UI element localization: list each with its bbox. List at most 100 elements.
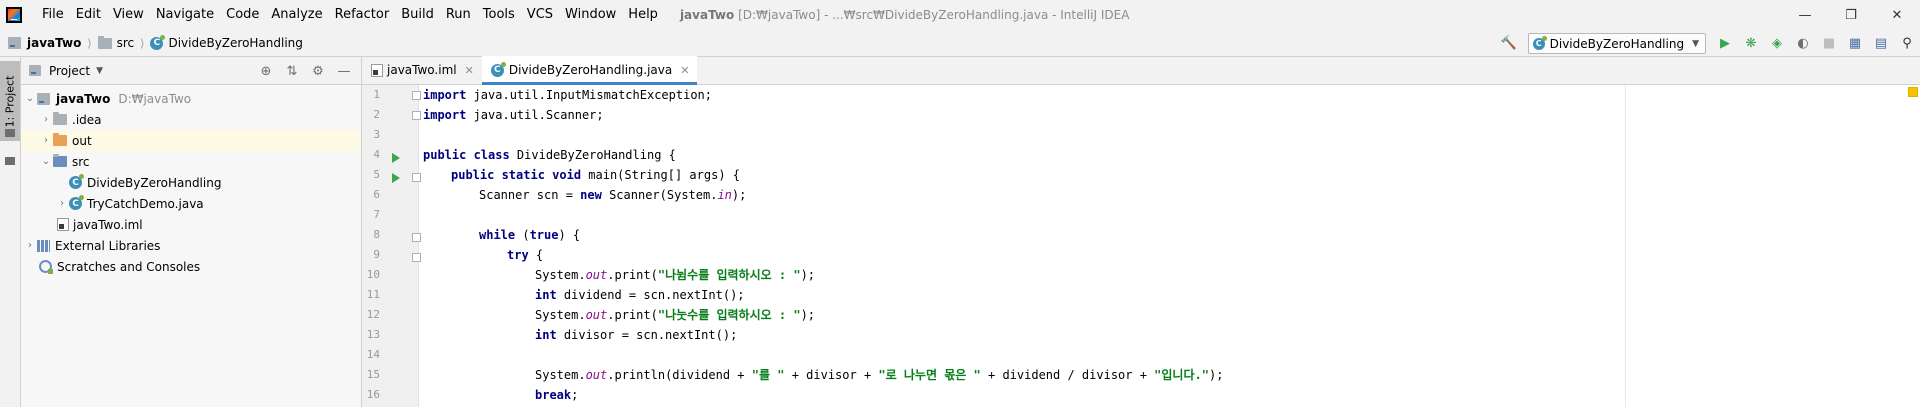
tree-item-javatwo[interactable]: ⌄ javaTwo D:₩javaTwo: [21, 88, 361, 109]
line-number: 14: [366, 348, 380, 361]
tree-item-label: DivideByZeroHandling: [87, 175, 222, 190]
sdk-manager-icon[interactable]: ▤: [1868, 32, 1894, 56]
code-text: ;: [571, 388, 579, 402]
warning-marker-icon[interactable]: [1908, 87, 1918, 97]
collapse-all-icon[interactable]: ⇅: [279, 64, 305, 79]
code-text: java.util.Scanner;: [466, 108, 604, 122]
breadcrumb-src-label: src: [116, 36, 135, 50]
folder-icon: [5, 129, 15, 137]
fold-toggle-icon[interactable]: [412, 233, 421, 242]
menu-view[interactable]: View: [107, 0, 150, 30]
code-text: ) {: [558, 228, 581, 242]
chevron-right-icon[interactable]: ›: [39, 114, 53, 125]
breadcrumb-src[interactable]: src: [97, 30, 135, 57]
restore-icon[interactable]: ❐: [1828, 0, 1874, 30]
project-panel-title[interactable]: Project: [49, 64, 90, 78]
tree-item-label: src: [72, 154, 90, 169]
code-text: DivideByZeroHandling {: [509, 148, 676, 162]
run-icon[interactable]: ▶: [1712, 32, 1738, 56]
project-tool-window-tab[interactable]: 1: Project: [0, 61, 20, 141]
hide-panel-icon[interactable]: —: [331, 64, 357, 79]
locate-target-icon[interactable]: ⊕: [253, 64, 279, 79]
chevron-right-icon[interactable]: ›: [39, 135, 53, 146]
code-text: + divisor +: [784, 368, 879, 382]
tree-item-path-hint: D:₩javaTwo: [118, 91, 192, 106]
run-class-gutter-icon[interactable]: [392, 153, 400, 163]
menu-refactor[interactable]: Refactor: [329, 0, 396, 30]
code-text: {: [528, 248, 544, 262]
right-margin-guide: [1625, 85, 1626, 407]
project-structure-icon[interactable]: ▦: [1842, 32, 1868, 56]
run-with-coverage-icon[interactable]: ◈: [1764, 32, 1790, 56]
structure-icon[interactable]: [5, 157, 15, 165]
breadcrumb-class[interactable]: C DivideByZeroHandling: [150, 30, 303, 57]
menu-run[interactable]: Run: [440, 0, 477, 30]
chevron-right-icon[interactable]: ›: [23, 240, 37, 251]
tree-item-trycatchdemo[interactable]: › C TryCatchDemo.java: [21, 193, 361, 214]
project-panel-header: Project ▼ ⊕ ⇅ ⚙ —: [21, 57, 361, 85]
editor-tab-bar: javaTwo.iml ✕ C DivideByZeroHandling.jav…: [362, 56, 1920, 85]
code-text: .print(: [607, 308, 658, 322]
chevron-down-icon[interactable]: ⌄: [39, 156, 53, 167]
line-number: 15: [366, 368, 380, 381]
library-icon: [37, 239, 50, 252]
close-tab-icon[interactable]: ✕: [680, 64, 689, 77]
menu-file[interactable]: File: [36, 0, 70, 30]
run-configuration-label: DivideByZeroHandling: [1549, 36, 1685, 51]
chevron-down-icon: ▼: [1692, 38, 1699, 49]
menu-tools[interactable]: Tools: [477, 0, 521, 30]
tab-dividebyzerohandling[interactable]: C DivideByZeroHandling.java ✕: [481, 56, 698, 85]
menu-help[interactable]: Help: [622, 0, 664, 30]
menu-code[interactable]: Code: [220, 0, 265, 30]
code-string: "나눗수를 입력하시오 : ": [657, 308, 801, 322]
code-keyword: int: [535, 288, 557, 302]
code-text: .print(: [607, 268, 658, 282]
tree-item-src[interactable]: ⌄ src: [21, 151, 361, 172]
menu-navigate[interactable]: Navigate: [150, 0, 220, 30]
code-text: System.: [535, 368, 586, 382]
fold-toggle-icon[interactable]: [412, 111, 421, 120]
project-panel-tools: ⊕ ⇅ ⚙ —: [253, 57, 357, 85]
code-line: public class DivideByZeroHandling {: [423, 145, 676, 165]
fold-toggle-icon[interactable]: [412, 253, 421, 262]
fold-toggle-icon[interactable]: [412, 91, 421, 100]
profile-icon[interactable]: ◐: [1790, 32, 1816, 56]
tree-item-external-libraries[interactable]: › External Libraries: [21, 235, 361, 256]
tree-item-label: javaTwo: [56, 91, 111, 106]
tree-item-out[interactable]: › out: [21, 130, 361, 151]
build-hammer-icon[interactable]: 🔨: [1496, 32, 1522, 56]
stop-icon[interactable]: ■: [1816, 32, 1842, 56]
tree-item-javatwo-iml[interactable]: javaTwo.iml: [21, 214, 361, 235]
menu-analyze[interactable]: Analyze: [265, 0, 328, 30]
code-area[interactable]: import java.util.InputMismatchException;…: [423, 85, 1623, 407]
code-field: in: [717, 188, 732, 202]
source-folder-icon: [53, 154, 67, 167]
menu-window[interactable]: Window: [559, 0, 622, 30]
run-configuration-dropdown[interactable]: C DivideByZeroHandling ▼: [1527, 33, 1706, 54]
menu-build[interactable]: Build: [395, 0, 440, 30]
search-everywhere-icon[interactable]: ⚲: [1894, 32, 1920, 56]
tree-item-scratches[interactable]: Scratches and Consoles: [21, 256, 361, 277]
tab-javatwo-iml[interactable]: javaTwo.iml ✕: [362, 56, 482, 84]
code-keyword: try: [507, 248, 529, 262]
close-window-icon[interactable]: ✕: [1874, 0, 1920, 30]
tree-item-dividebyzerohandling[interactable]: C DivideByZeroHandling: [21, 172, 361, 193]
menu-edit[interactable]: Edit: [70, 0, 107, 30]
run-main-gutter-icon[interactable]: [392, 173, 400, 183]
tree-item-idea[interactable]: › .idea: [21, 109, 361, 130]
navigation-bar: javaTwo ⟩ src ⟩ C DivideByZeroHandling 🔨…: [0, 30, 1920, 57]
close-tab-icon[interactable]: ✕: [465, 64, 474, 77]
fold-toggle-icon[interactable]: [412, 173, 421, 182]
code-line: Scanner scn = new Scanner(System.in);: [423, 185, 746, 205]
menu-vcs[interactable]: VCS: [521, 0, 559, 30]
gear-icon[interactable]: ⚙: [305, 64, 331, 79]
minimize-icon[interactable]: —: [1782, 0, 1828, 30]
code-keyword: while: [479, 228, 516, 242]
chevron-down-icon[interactable]: ⌄: [23, 93, 37, 104]
chevron-down-icon[interactable]: ▼: [96, 66, 103, 76]
code-text: divisor = scn.nextInt();: [556, 328, 738, 342]
chevron-right-icon[interactable]: ›: [55, 198, 69, 209]
debug-bug-icon[interactable]: ❋: [1738, 32, 1764, 56]
scratches-icon: [39, 260, 53, 274]
breadcrumb-project[interactable]: javaTwo: [8, 30, 81, 57]
